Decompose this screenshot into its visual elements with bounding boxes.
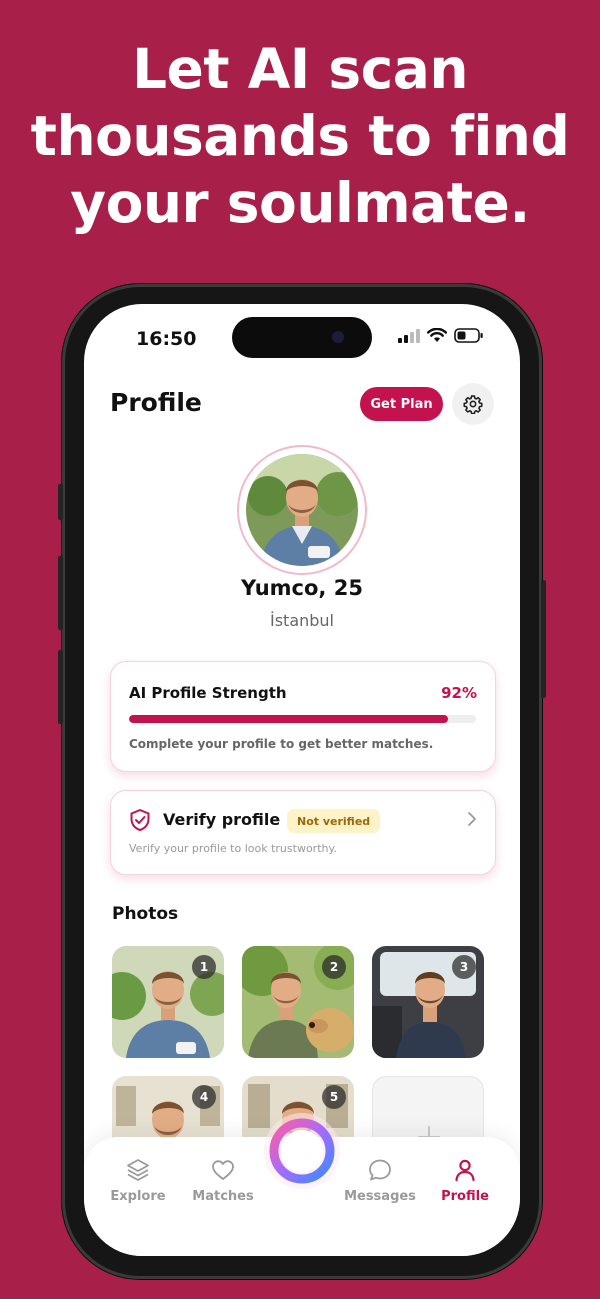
dynamic-island [232,317,372,358]
ai-profile-strength-card[interactable]: AI Profile Strength 92% Complete your pr… [110,661,496,772]
status-icons [398,328,484,343]
heart-icon [212,1160,234,1180]
phone-volume-up-button [58,556,63,630]
nav-messages[interactable]: Messages [335,1157,425,1204]
profile-city: İstanbul [269,611,334,630]
profile-photo-1[interactable]: 1 [112,946,224,1058]
phone-power-button [541,580,546,698]
photo-number-badge: 4 [192,1085,216,1109]
nav-explore[interactable]: Explore [93,1157,183,1204]
nav-label: Messages [344,1189,416,1204]
verify-note: Verify your profile to look trustworthy. [129,842,337,855]
gear-icon [463,395,483,414]
chevron-right-icon [467,811,477,831]
battery-icon [454,328,483,343]
strength-note: Complete your profile to get better matc… [129,737,434,751]
profile-photo-2[interactable]: 2 [242,946,354,1058]
ai-orb-icon [264,1113,340,1189]
photo-number-badge: 2 [322,955,346,979]
profile-photo-3[interactable]: 3 [372,946,484,1058]
phone-action-button [58,484,63,520]
strength-progress-fill [129,715,449,723]
nav-label: Profile [441,1189,489,1204]
wifi-icon [427,328,447,342]
nav-matches[interactable]: Matches [178,1157,268,1204]
avatar-ring[interactable] [237,445,367,575]
photo-number-badge: 1 [192,955,216,979]
profile-name: Yumco, 25 [241,576,363,600]
phone-volume-down-button [58,650,63,724]
promo-headline: Let AI scan thousands to find your soulm… [30,37,570,235]
chat-bubble-icon [369,1159,391,1181]
nav-label: Matches [192,1189,254,1204]
camera-icon [332,331,344,343]
layers-icon [127,1159,149,1181]
photos-heading: Photos [112,904,179,924]
strength-title: AI Profile Strength [129,684,287,702]
settings-button[interactable] [452,383,494,425]
get-plan-button[interactable]: Get Plan [360,387,443,421]
avatar [246,454,358,566]
nav-profile[interactable]: Profile [420,1157,510,1204]
signal-icon [398,328,420,343]
strength-progress-bar [129,715,476,723]
verify-title: Verify profile [163,810,281,829]
photo-number-badge: 5 [322,1085,346,1109]
verification-status-badge: Not verified [287,809,381,833]
app-screen: 16:50 Profile Get Plan Yumco, 25 İstanbu… [84,304,520,1256]
person-icon [455,1159,475,1182]
strength-percent: 92% [441,684,477,702]
verify-profile-card[interactable]: Verify profile Not verified Verify your … [110,790,496,875]
shield-check-icon [129,808,151,836]
page-title: Profile [110,388,202,417]
status-time: 16:50 [136,328,197,350]
nav-label: Explore [110,1189,166,1204]
ai-orb-button[interactable] [262,1111,342,1191]
photo-number-badge: 3 [452,955,476,979]
